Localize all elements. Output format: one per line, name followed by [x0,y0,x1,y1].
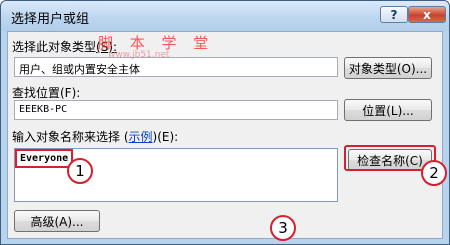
object-type-value: 用户、组或内置安全主体 [19,63,140,76]
select-users-dialog: 选择用户或组 ? x 选择此对象类型(S): 用户、组或内置安全主体 对象类型(… [0,0,450,245]
object-type-label-text: 选择此对象类型 [12,40,97,54]
help-button[interactable]: ? [380,6,408,23]
help-icon: ? [390,7,398,22]
object-names-input[interactable]: Everyone [14,148,338,202]
callout-3: 3 [270,215,296,241]
close-icon: x [423,7,431,22]
examples-link[interactable]: 示例 [129,130,153,144]
advanced-button[interactable]: 高级(A)... [14,210,100,232]
object-type-field: 用户、组或内置安全主体 [14,57,338,77]
title-bar[interactable]: 选择用户或组 ? x [1,1,449,31]
object-name-entry: Everyone [15,149,74,168]
dialog-body: 选择此对象类型(S): 用户、组或内置安全主体 对象类型(O)... 查找位置(… [7,31,443,239]
object-names-label-suffix: )(E): [152,130,179,144]
object-names-label: 输入对象名称来选择 (示例)(E): [12,128,178,145]
object-names-label-prefix: 输入对象名称来选择 ( [12,130,129,144]
callout-1: 1 [67,158,93,184]
window-title: 选择用户或组 [11,12,90,27]
close-button[interactable]: x [408,6,446,23]
location-label: 查找位置(F): [12,86,81,100]
callout-2: 2 [421,160,447,186]
locations-button[interactable]: 位置(L)... [344,99,432,121]
object-types-button[interactable]: 对象类型(O)... [344,57,432,79]
location-value: EEEKB-PC [19,104,68,115]
location-field: EEEKB-PC [14,100,338,120]
watermark-url: www.jb51.net [108,50,170,60]
